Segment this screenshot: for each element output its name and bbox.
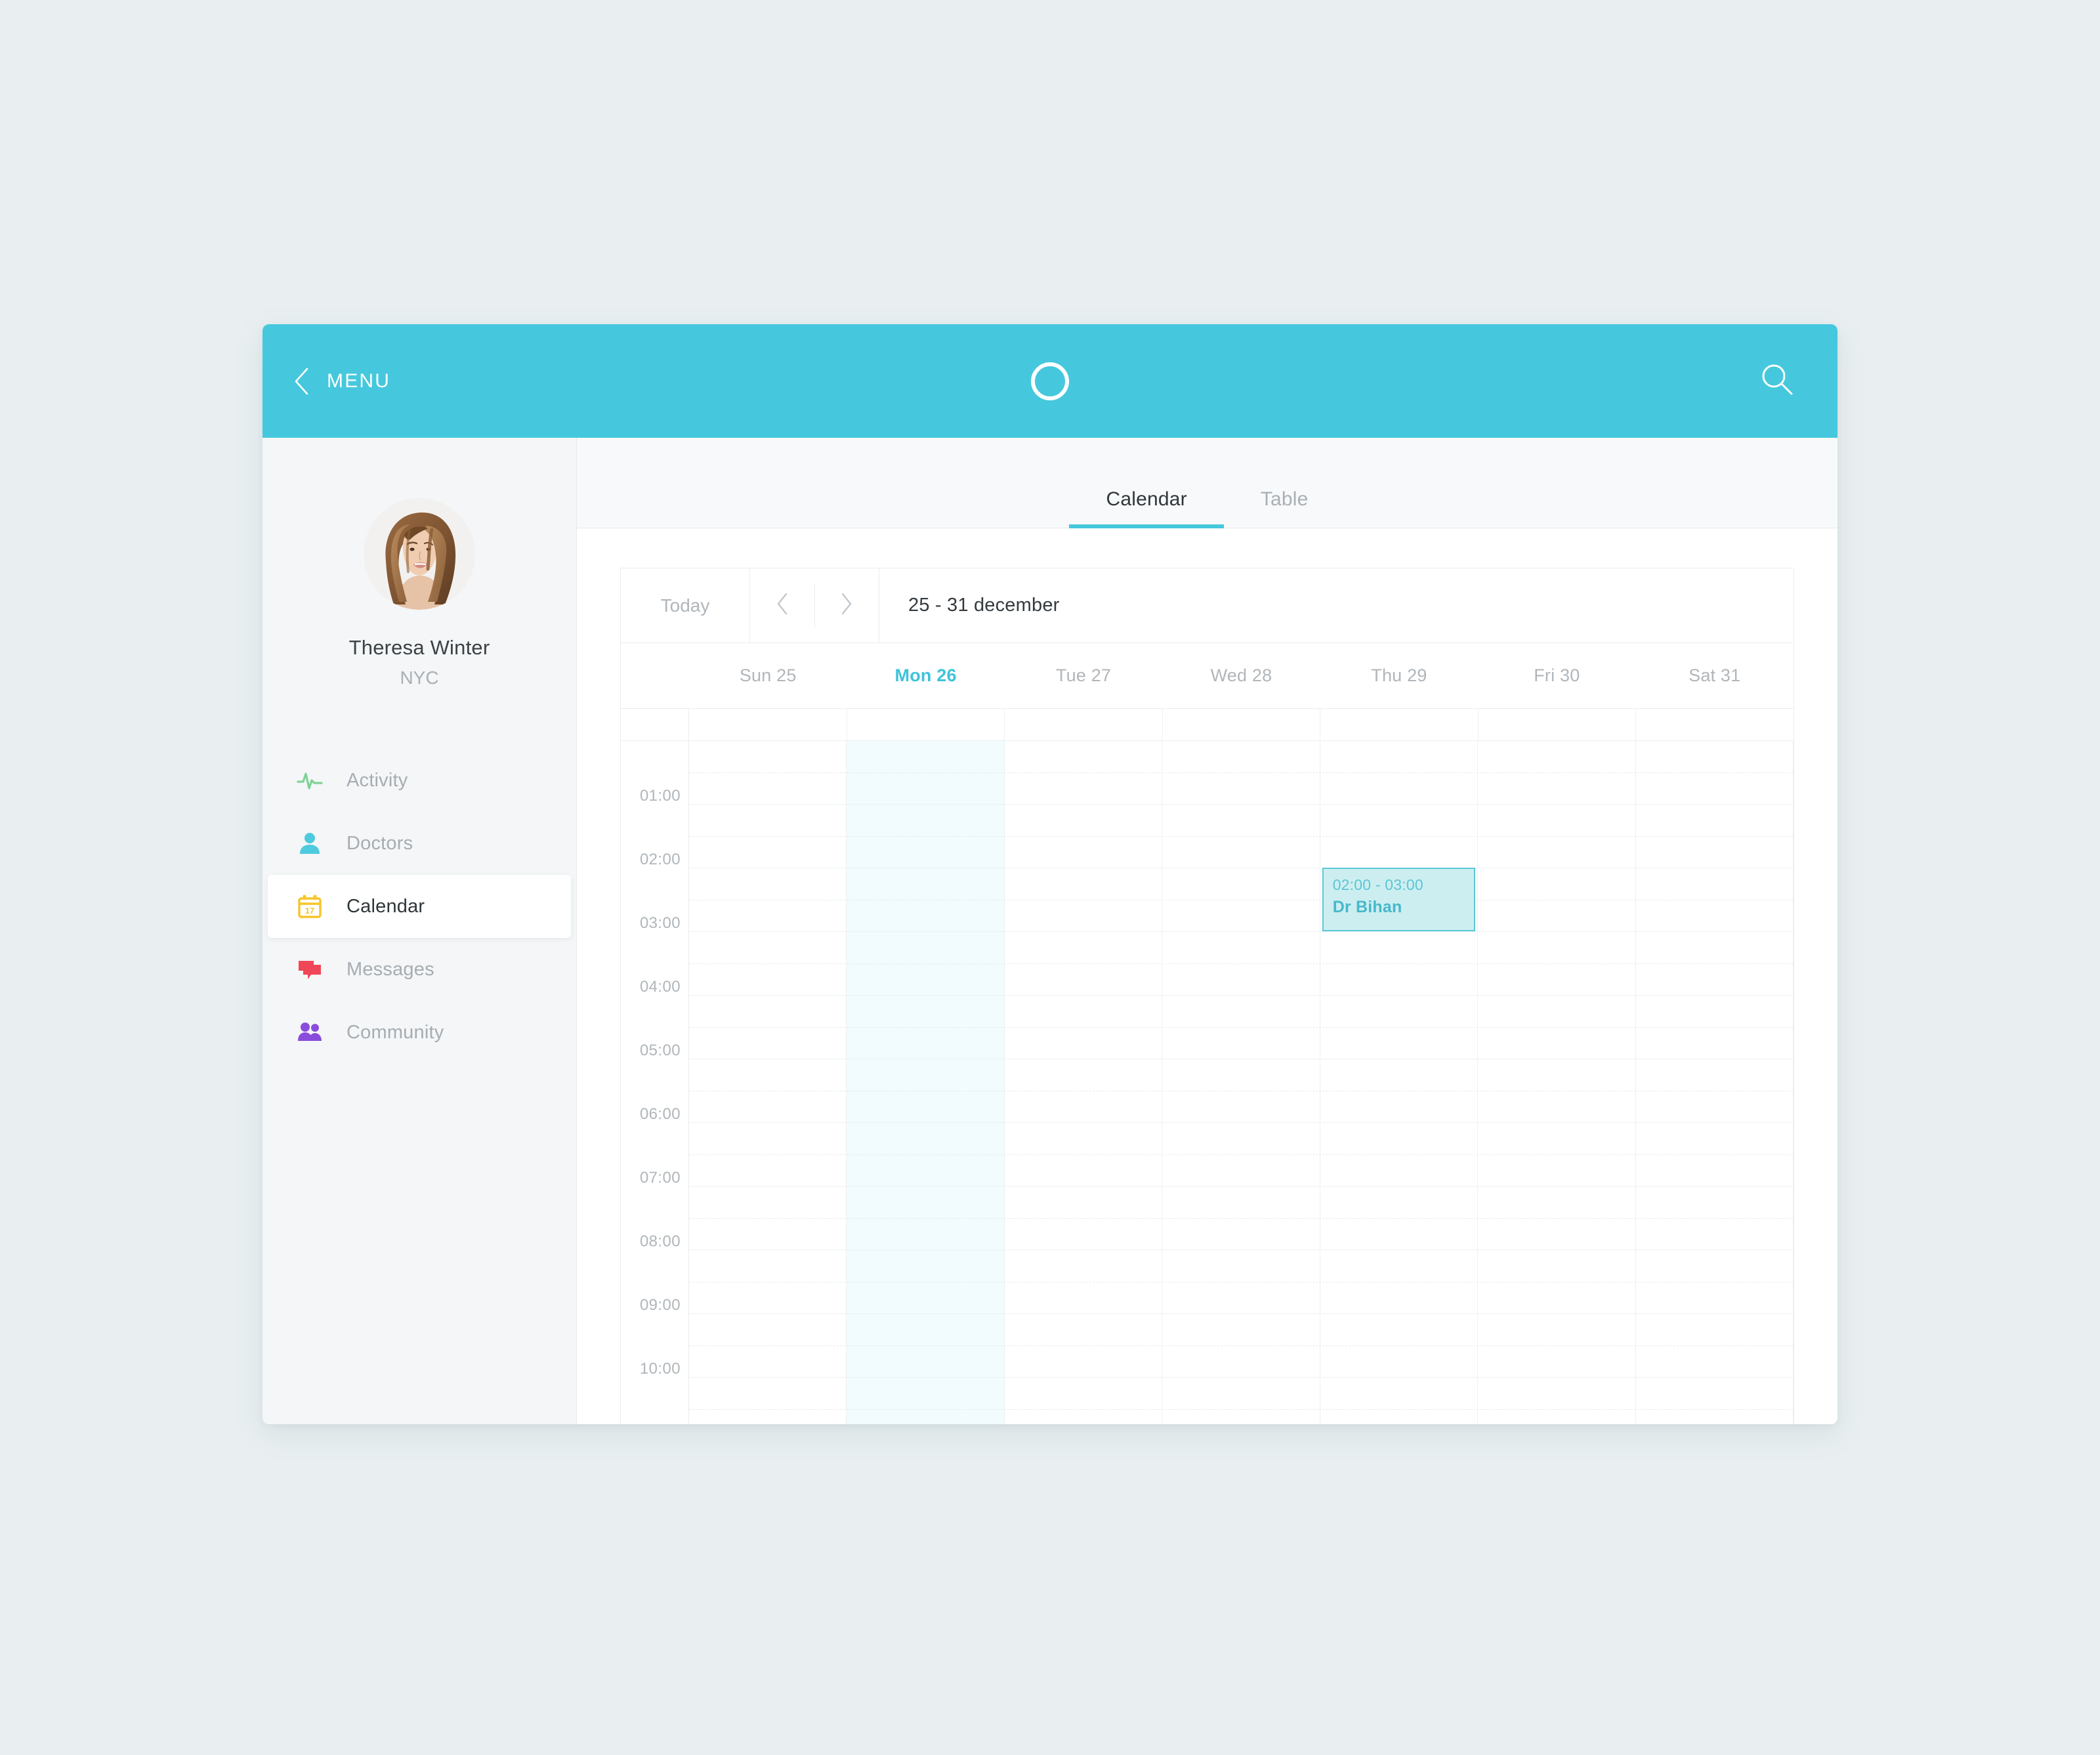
chevron-left-icon: [775, 592, 789, 619]
event-time: 02:00 - 03:00: [1332, 876, 1423, 893]
day-header-wed-28[interactable]: Wed 28: [1162, 643, 1320, 708]
time-label: 08:00: [639, 1233, 681, 1250]
sidebar: Theresa Winter NYC Activity Doctors 17 C…: [262, 438, 577, 1424]
time-label: 02:00: [639, 851, 681, 868]
calendar-card: Today 25 - 31 december Sun 25 Mon 26 Tue…: [620, 568, 1794, 1424]
prev-week-button[interactable]: [751, 584, 815, 627]
tab-label: Calendar: [1106, 488, 1187, 510]
calendar-icon-day: 17: [305, 906, 314, 916]
app-body: Theresa Winter NYC Activity Doctors 17 C…: [262, 438, 1838, 1424]
day-column-sun-25[interactable]: [689, 709, 847, 1424]
sidebar-item-doctors[interactable]: Doctors: [268, 812, 571, 875]
search-icon: [1758, 360, 1796, 402]
sidebar-item-label: Messages: [346, 958, 434, 980]
circle-logo-icon[interactable]: [1031, 362, 1069, 400]
next-week-button[interactable]: [815, 585, 879, 627]
sidebar-item-messages[interactable]: Messages: [268, 938, 571, 1001]
person-icon: [295, 829, 324, 858]
day-header-tue-27[interactable]: Tue 27: [1005, 643, 1162, 708]
sidebar-item-label: Calendar: [346, 895, 425, 917]
day-headers-row: Sun 25 Mon 26 Tue 27 Wed 28 Thu 29 Fri 3…: [621, 643, 1794, 709]
people-group-icon: [295, 1018, 324, 1047]
day-columns: 02:00 - 03:00 Dr Bihan: [689, 709, 1794, 1424]
tab-calendar[interactable]: Calendar: [1069, 488, 1225, 528]
sidebar-item-community[interactable]: Community: [268, 1001, 571, 1064]
app-window: MENU Theresa Winter NYC Activity Doctors…: [262, 324, 1838, 1424]
event-title: Dr Bihan: [1332, 897, 1402, 916]
day-header-fri-30[interactable]: Fri 30: [1478, 643, 1635, 708]
search-button[interactable]: [1756, 360, 1798, 402]
today-button[interactable]: Today: [621, 568, 750, 643]
time-label: 09:00: [639, 1296, 681, 1314]
today-label: Today: [660, 595, 710, 616]
top-bar: MENU: [262, 324, 1838, 438]
chevron-right-icon: [839, 592, 854, 619]
time-label: 03:00: [639, 914, 681, 932]
time-label: 06:00: [639, 1105, 681, 1123]
sidebar-item-label: Doctors: [346, 832, 413, 854]
day-header-thu-29[interactable]: Thu 29: [1320, 643, 1478, 708]
avatar[interactable]: [364, 498, 475, 610]
day-header-sat-31[interactable]: Sat 31: [1636, 643, 1794, 708]
calendar-grid[interactable]: 01:00 02:00 03:00 04:00 05:00 06:00 07:00 08:00…: [621, 709, 1794, 1424]
day-headers-gutter: [621, 643, 689, 708]
sidebar-item-label: Community: [346, 1021, 444, 1043]
time-label: 07:00: [639, 1169, 681, 1187]
calendar-icon: 17: [295, 892, 324, 921]
day-column-mon-26[interactable]: [847, 709, 1005, 1424]
calendar-area: Today 25 - 31 december Sun 25 Mon 26 Tue…: [577, 528, 1838, 1424]
sidebar-item-activity[interactable]: Activity: [268, 749, 571, 812]
day-header-sun-25[interactable]: Sun 25: [689, 643, 847, 708]
day-column-tue-27[interactable]: [1005, 709, 1163, 1424]
time-label: 10:00: [639, 1360, 681, 1378]
tabs-bar: Calendar Table: [577, 438, 1838, 528]
date-range-label: 25 - 31 december: [908, 595, 1060, 616]
day-column-wed-28[interactable]: [1162, 709, 1320, 1424]
menu-label: MENU: [327, 370, 391, 392]
day-column-sat-31[interactable]: [1636, 709, 1794, 1424]
activity-pulse-icon: [295, 766, 324, 795]
time-label: 04:00: [639, 978, 681, 996]
time-gutter: 01:00 02:00 03:00 04:00 05:00 06:00 07:00 08:00…: [621, 709, 689, 1424]
day-column-fri-30[interactable]: [1478, 709, 1636, 1424]
menu-button[interactable]: MENU: [293, 367, 390, 396]
calendar-event[interactable]: 02:00 - 03:00 Dr Bihan: [1322, 868, 1476, 931]
calendar-nav-group: [750, 568, 879, 643]
tab-label: Table: [1260, 488, 1309, 510]
sidebar-nav: Activity Doctors 17 Calendar Messages Co…: [262, 749, 576, 1064]
tab-table[interactable]: Table: [1224, 488, 1345, 528]
day-column-thu-29[interactable]: 02:00 - 03:00 Dr Bihan: [1320, 709, 1479, 1424]
main-content: Calendar Table Today 25 - 31 december Su…: [577, 438, 1838, 1424]
time-label: 01:00: [639, 787, 681, 805]
chat-bubbles-icon: [295, 955, 324, 984]
profile-name: Theresa Winter: [348, 636, 490, 659]
calendar-toolbar: Today 25 - 31 december: [621, 568, 1794, 643]
sidebar-item-calendar[interactable]: 17 Calendar: [268, 875, 571, 938]
day-header-mon-26[interactable]: Mon 26: [847, 643, 1004, 708]
time-label: 05:00: [639, 1042, 681, 1059]
sidebar-item-label: Activity: [346, 769, 408, 791]
profile-location: NYC: [400, 667, 439, 688]
chevron-left-icon: [293, 367, 310, 396]
